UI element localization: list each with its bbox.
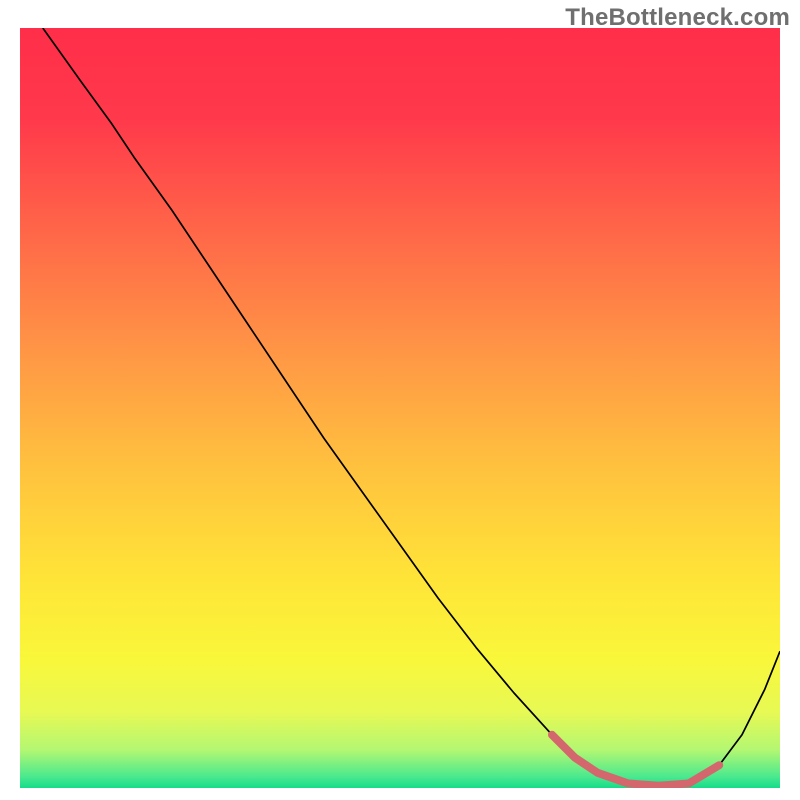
chart-container: TheBottleneck.com bbox=[0, 0, 800, 800]
chart-svg bbox=[20, 28, 780, 788]
watermark-label: TheBottleneck.com bbox=[565, 4, 790, 32]
bottleneck-chart bbox=[20, 28, 780, 788]
chart-background bbox=[20, 28, 780, 788]
